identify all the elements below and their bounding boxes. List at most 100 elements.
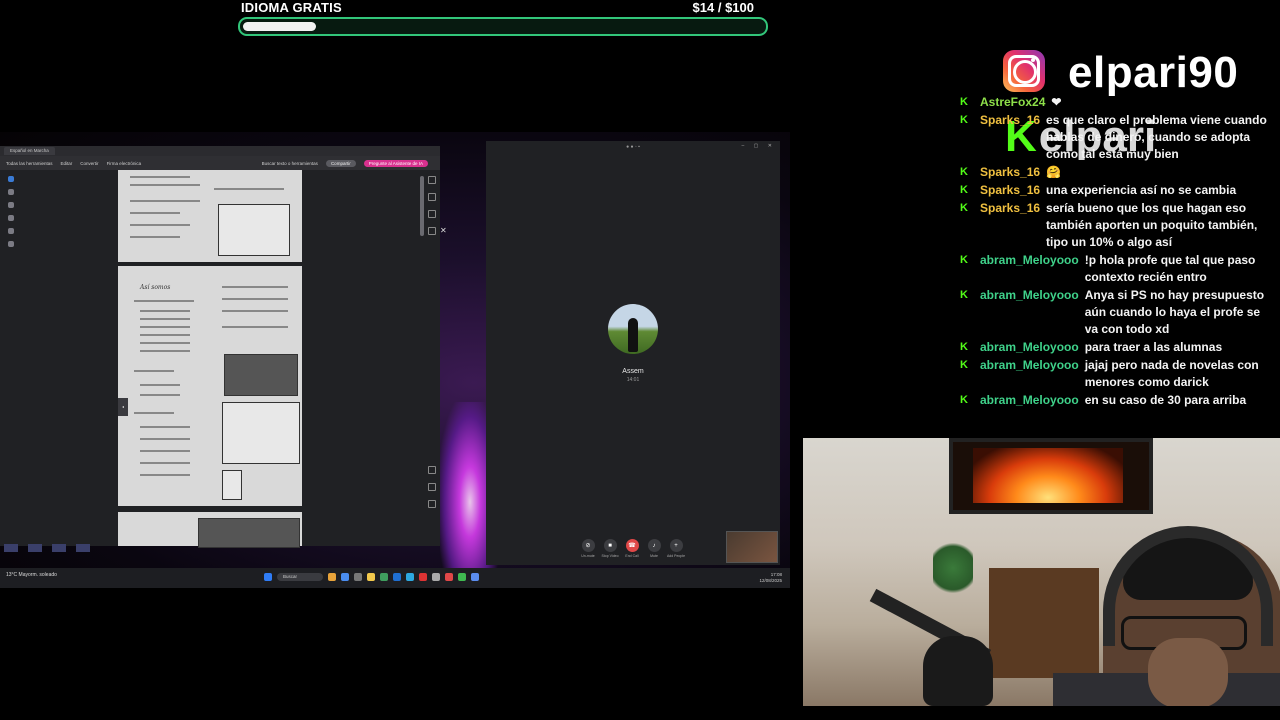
chat-text: para traer a las alumnas xyxy=(1084,340,1223,354)
add-people-button[interactable]: + Add People xyxy=(667,539,685,558)
start-icon[interactable] xyxy=(264,573,272,581)
app-icon[interactable] xyxy=(432,573,440,581)
chat-message: K Sparks_16 una experiencia así no se camb… xyxy=(958,182,1276,199)
app-icon[interactable] xyxy=(380,573,388,581)
kick-badge-icon: K xyxy=(960,166,968,178)
ai-assistant-button[interactable]: Pregunte al Asistente de IA xyxy=(363,159,428,167)
toolbar-sign[interactable]: Firma electrónica xyxy=(107,161,142,166)
shelf xyxy=(989,568,1099,678)
chat-username[interactable]: Sparks_16 xyxy=(980,200,1040,251)
app-icon[interactable] xyxy=(471,573,479,581)
pdf-zoom-tools xyxy=(428,466,436,508)
grid-box xyxy=(222,470,242,500)
stamp-tool-icon[interactable] xyxy=(8,241,14,247)
chat-username[interactable]: Sparks_16 xyxy=(980,164,1040,181)
pdf-left-toolbar xyxy=(4,176,18,247)
chat-username[interactable]: Sparks_16 xyxy=(980,112,1040,163)
microphone xyxy=(923,636,993,706)
self-view-thumbnail[interactable] xyxy=(726,531,778,563)
app-icon[interactable] xyxy=(445,573,453,581)
shortcut-icon[interactable] xyxy=(28,544,42,552)
tool-icon[interactable] xyxy=(428,193,436,201)
pdf-page-1 xyxy=(118,170,302,262)
app-icon[interactable] xyxy=(393,573,401,581)
app-icon[interactable] xyxy=(458,573,466,581)
goal-title: IDIOMA GRATIS xyxy=(241,0,342,15)
tool-icon[interactable] xyxy=(428,210,436,218)
chat-username[interactable]: abram_Meloyooo xyxy=(980,357,1079,391)
chat-text: una experiencia así no se cambia xyxy=(1046,183,1237,197)
pdf-right-toolbar xyxy=(428,176,436,235)
select-tool-icon[interactable] xyxy=(8,176,14,182)
toolbar-edit[interactable]: Editar xyxy=(61,161,73,166)
microphone-icon: ♪ xyxy=(647,539,661,552)
kick-badge-icon: K xyxy=(960,341,968,353)
chat-overlay: K AstreFox24 ❤ K Sparks_16 es que claro el pr… xyxy=(958,94,1276,410)
taskbar-apps: Buscar xyxy=(264,573,479,581)
window-controls[interactable]: – ▢ ✕ xyxy=(742,143,776,149)
pdf-viewer-window[interactable]: Español en Marcha Todas las herramientas… xyxy=(0,146,440,548)
pdf-page-3 xyxy=(118,512,302,548)
stop-video-button[interactable]: ■ Stop Video xyxy=(601,539,619,558)
goal-progress-fill xyxy=(243,22,316,31)
chat-message: K Sparks_16 🤗 xyxy=(958,164,1276,181)
shortcut-icon[interactable] xyxy=(52,544,66,552)
chat-text: sería bueno que los que hagan eso tambié… xyxy=(1046,201,1258,249)
app-icon[interactable] xyxy=(328,573,336,581)
pdf-tab[interactable]: Español en Marcha xyxy=(4,147,55,155)
app-icon[interactable] xyxy=(341,573,349,581)
toolbar-all-tools[interactable]: Todas las herramientas xyxy=(6,161,53,166)
system-tray[interactable]: 17:08 12/08/2025 xyxy=(759,572,782,584)
chat-username[interactable]: Sparks_16 xyxy=(980,182,1040,199)
fit-page-icon[interactable] xyxy=(428,500,436,508)
call-duration: 14:01 xyxy=(626,377,640,383)
unmute-button[interactable]: ⊘ Un-mute xyxy=(580,539,596,558)
streamer-hand xyxy=(1148,638,1228,706)
phone-hangup-icon: ☎ xyxy=(625,539,639,552)
highlight-tool-icon[interactable] xyxy=(8,202,14,208)
chat-text: ❤ xyxy=(1051,95,1062,109)
chat-message: K Sparks_16 es que claro el problema viene… xyxy=(958,112,1276,163)
close-icon[interactable]: ✕ xyxy=(440,226,447,235)
pdf-sidebar-toggle[interactable]: ◂ xyxy=(118,398,128,416)
add-person-icon: + xyxy=(669,539,683,552)
comment-tool-icon[interactable] xyxy=(8,189,14,195)
pdf-titlebar: Español en Marcha xyxy=(0,146,440,156)
end-call-button[interactable]: ☎ End Call xyxy=(624,539,640,558)
tool-icon[interactable] xyxy=(428,227,436,235)
chat-username[interactable]: AstreFox24 xyxy=(980,94,1045,111)
chat-text: !p hola profe que tal que paso contexto … xyxy=(1084,253,1256,284)
page3-photo xyxy=(198,518,300,548)
shortcut-icon[interactable] xyxy=(4,544,18,552)
shortcut-icon[interactable] xyxy=(76,544,90,552)
goal-current: $14 xyxy=(692,0,715,15)
tool-icon[interactable] xyxy=(428,176,436,184)
mute-button[interactable]: ♪ Mute xyxy=(646,539,662,558)
chat-username[interactable]: abram_Meloyooo xyxy=(980,287,1079,338)
chat-username[interactable]: abram_Meloyooo xyxy=(980,339,1079,356)
zoom-out-icon[interactable] xyxy=(428,483,436,491)
app-icon[interactable] xyxy=(419,573,427,581)
toolbar-convert[interactable]: Convertir xyxy=(80,161,98,166)
app-icon[interactable] xyxy=(406,573,414,581)
chat-username[interactable]: abram_Meloyooo xyxy=(980,252,1079,286)
goal-amount: $14 / $100 xyxy=(693,0,754,15)
pdf-search[interactable]: Buscar texto o herramientas xyxy=(262,161,318,166)
kick-badge-icon: K xyxy=(960,254,968,266)
pdf-scrollbar[interactable] xyxy=(420,176,424,236)
draw-tool-icon[interactable] xyxy=(8,215,14,221)
text-tool-icon[interactable] xyxy=(8,228,14,234)
zoom-in-icon[interactable] xyxy=(428,466,436,474)
share-button[interactable]: Compartir xyxy=(325,159,356,167)
weather-widget[interactable]: 13°C Mayorm. soleado xyxy=(6,572,57,578)
callee-name: Assem xyxy=(622,368,644,375)
chat-username[interactable]: abram_Meloyooo xyxy=(980,392,1079,409)
table-box xyxy=(222,402,300,464)
class-photo xyxy=(224,354,298,396)
chat-text: jajaj pero nada de novelas con menores c… xyxy=(1084,358,1259,389)
desktop-shortcuts xyxy=(4,544,90,552)
app-icon[interactable] xyxy=(354,573,362,581)
taskbar-search[interactable]: Buscar xyxy=(277,573,323,581)
chat-text: en su caso de 30 para arriba xyxy=(1084,393,1247,407)
folder-icon[interactable] xyxy=(367,573,375,581)
